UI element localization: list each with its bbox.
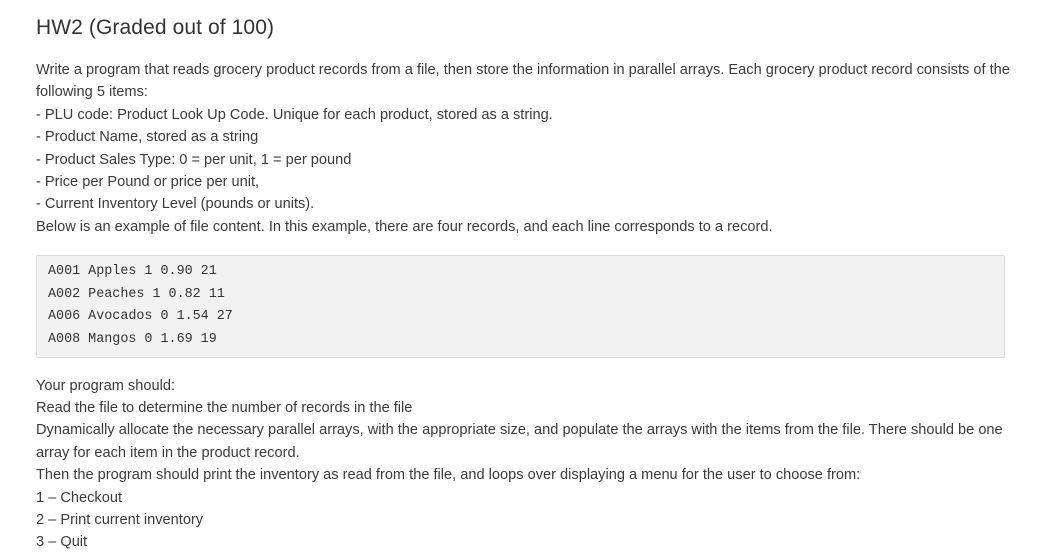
menu-option-print-inventory: 2 – Print current inventory (36, 512, 204, 529)
requirement-read-file: Read the file to determine the number of… (36, 400, 413, 417)
file-content-code-block: A001 Apples 1 0.90 21 A002 Peaches 1 0.8… (36, 255, 1005, 358)
requirement-print-menu: Then the program should print the invent… (36, 467, 861, 484)
item-sales-type: - Product Sales Type: 0 = per unit, 1 = … (36, 151, 352, 168)
code-line: A008 Mangos 0 1.69 19 (48, 332, 217, 348)
page-title: HW2 (Graded out of 100) (36, 16, 275, 39)
code-line: A002 Peaches 1 0.82 11 (48, 286, 225, 302)
menu-option-quit: 3 – Quit (36, 534, 88, 551)
code-line: A006 Avocados 0 1.54 27 (48, 309, 233, 325)
menu-option-checkout: 1 – Checkout (36, 489, 122, 506)
program-requirements: Your program should: Read the file to de… (36, 375, 1011, 554)
item-plu-code: - PLU code: Product Look Up Code. Unique… (36, 106, 553, 123)
item-inventory-level: - Current Inventory Level (pounds or uni… (36, 196, 315, 213)
requirements-heading: Your program should: (36, 377, 175, 394)
item-price: - Price per Pound or price per unit, (36, 174, 260, 191)
assignment-description: Write a program that reads grocery produ… (36, 59, 1011, 238)
intro-paragraph: Write a program that reads grocery produ… (36, 62, 1010, 101)
requirement-allocate-arrays: Dynamically allocate the necessary paral… (36, 422, 1003, 461)
code-line: A001 Apples 1 0.90 21 (48, 264, 217, 280)
item-product-name: - Product Name, stored as a string (36, 129, 259, 146)
assignment-page: HW2 (Graded out of 100) Write a program … (0, 0, 1064, 559)
example-intro: Below is an example of file content. In … (36, 218, 773, 235)
